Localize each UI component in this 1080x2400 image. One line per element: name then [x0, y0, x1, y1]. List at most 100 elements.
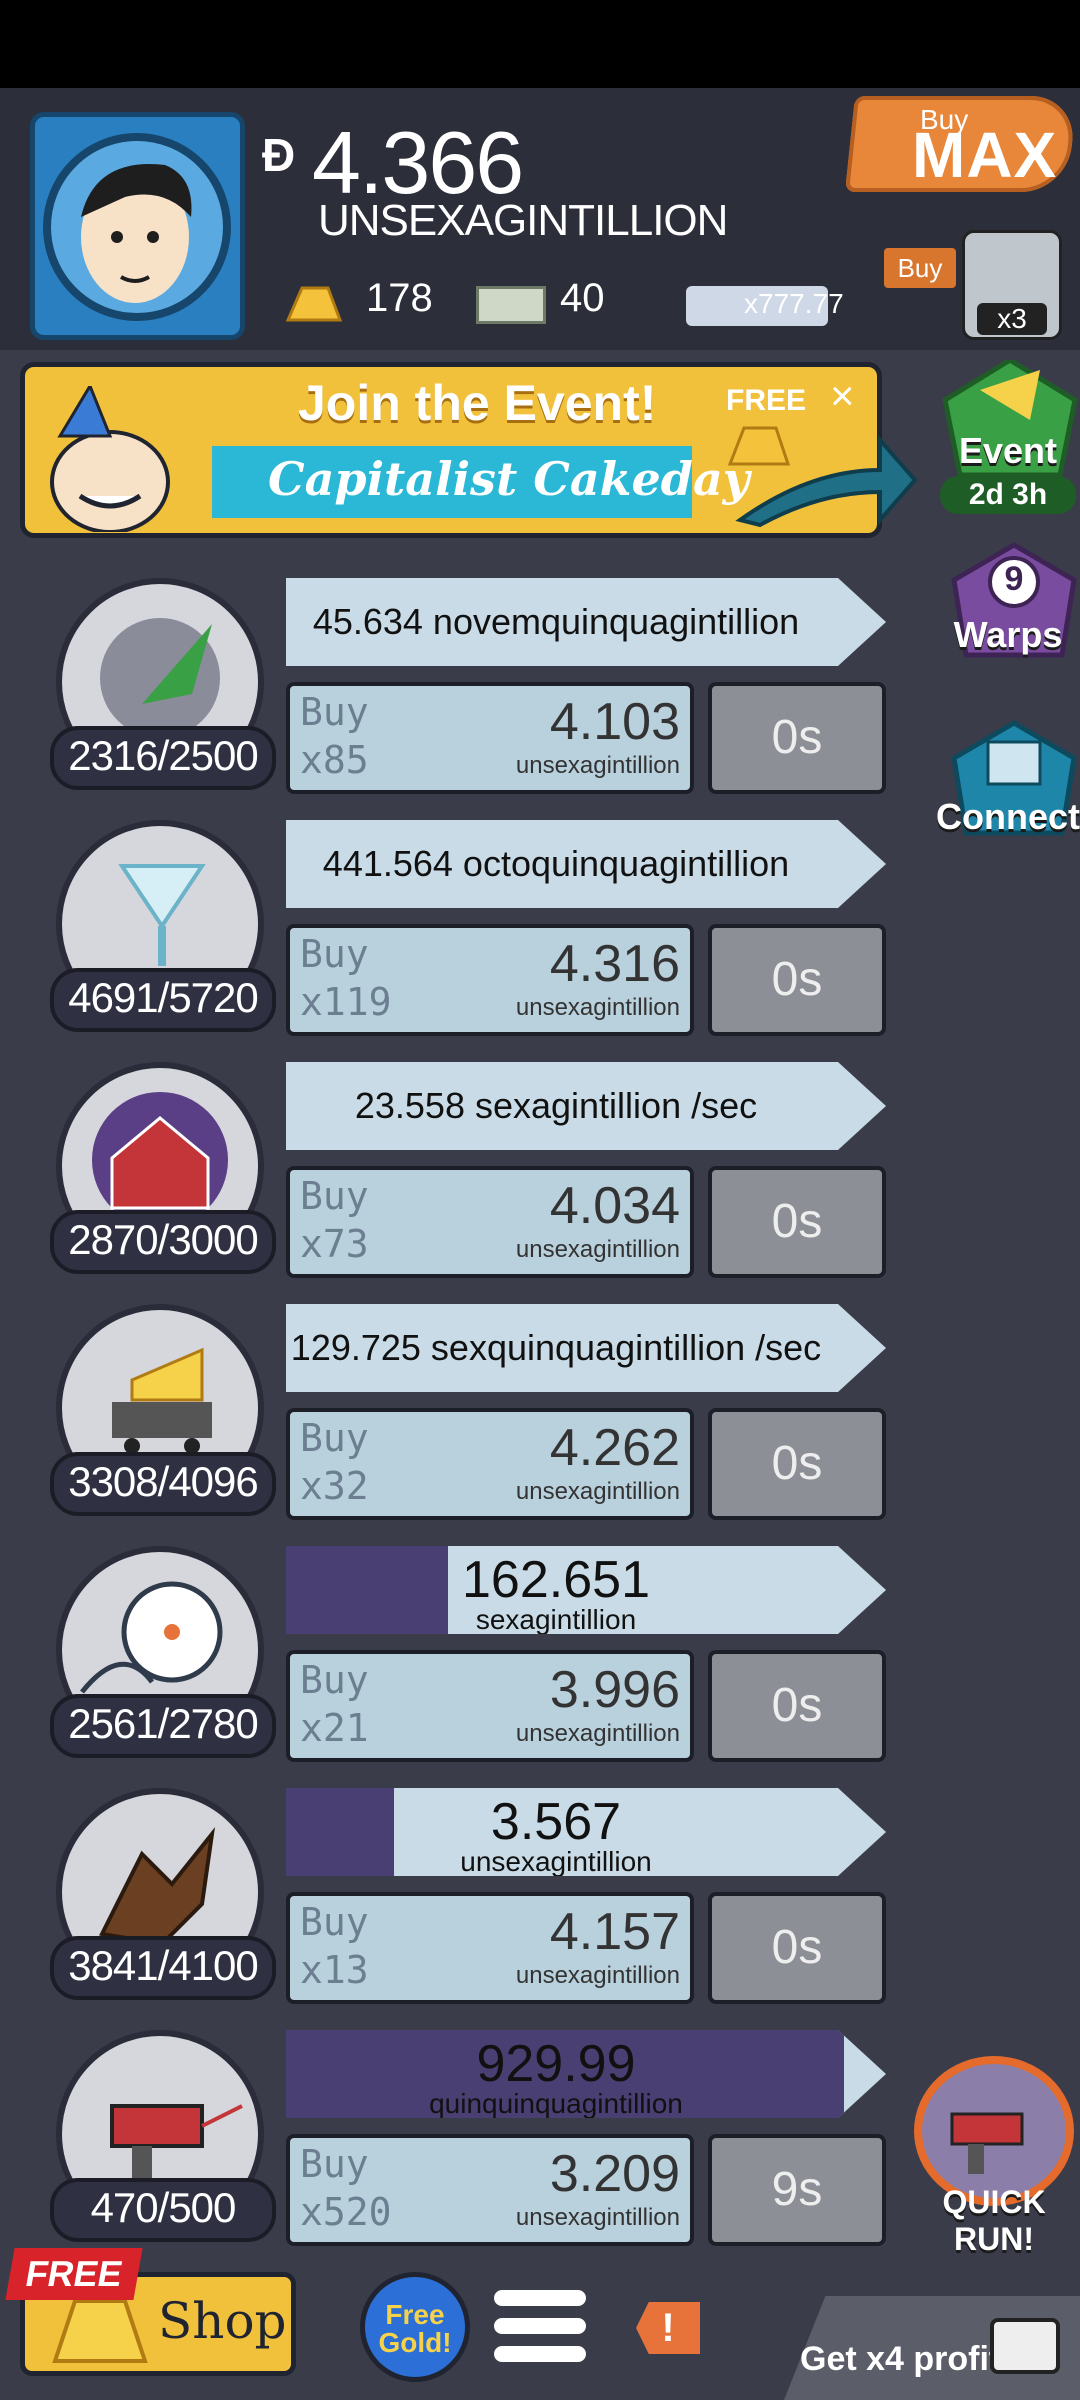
buy-button[interactable]: Buy x520 3.209 unsexagintillion — [286, 2134, 694, 2246]
owned-count: 2870/3000 — [50, 1210, 276, 1274]
production-bar[interactable]: 929.99 quinquinquagintillion — [286, 2030, 886, 2118]
arrow-icon — [730, 430, 920, 530]
quick-run-label: QUICK RUN! — [942, 2184, 1046, 2257]
production-bar[interactable]: 162.651 sexagintillion — [286, 1546, 886, 1634]
business-row: 3308/4096 129.725 sexquinquagintillion /… — [50, 1304, 930, 1544]
business-row: 2316/2500 45.634 novemquinquagintillion … — [50, 578, 930, 818]
buy-quantity: x32 — [300, 1464, 369, 1508]
warps-label: Warps — [953, 614, 1063, 655]
buy-label: Buy — [300, 2142, 369, 2186]
buy-cost: 4.157 — [549, 1903, 680, 1961]
buy-cost-unit: unsexagintillion — [515, 1478, 680, 1505]
timer: 0s — [708, 1892, 886, 2004]
buy-label: Buy — [300, 1900, 369, 1944]
money-unit: UNSEXAGINTILLION — [318, 196, 728, 245]
buy-cost: 3.209 — [549, 2145, 680, 2203]
megabucks-icon — [476, 286, 546, 324]
buy-quantity: x85 — [300, 738, 369, 782]
production-unit: unsexagintillion — [460, 1846, 652, 1877]
business-row: 2870/3000 23.558 sexagintillion /sec Buy… — [50, 1062, 930, 1302]
multiplier-text: x777.77 — [744, 288, 844, 319]
production-rate: 45.634 novemquinquagintillion /sec — [312, 601, 800, 642]
owned-count: 470/500 — [50, 2178, 276, 2242]
production-bar[interactable]: 129.725 sexquinquagintillion /sec — [286, 1304, 886, 1392]
production-bar[interactable]: 3.567 unsexagintillion — [286, 1788, 886, 1876]
owned-count: 3841/4100 — [50, 1936, 276, 2000]
buy-cost: 4.034 — [549, 1177, 680, 1235]
production-value: 3.567 — [490, 1793, 622, 1851]
status-bar — [0, 0, 1080, 88]
alert-button[interactable]: ! — [636, 2302, 700, 2354]
production-unit: sexagintillion — [475, 1604, 637, 1635]
avatar[interactable] — [30, 112, 245, 340]
timer: 0s — [708, 1408, 886, 1520]
banner-subtitle: Capitalist Cakeday — [268, 452, 750, 506]
banner-close-button[interactable]: × — [830, 372, 855, 420]
buy-button[interactable]: Buy x21 3.996 unsexagintillion — [286, 1650, 694, 1762]
buy-button[interactable]: Buy x119 4.316 unsexagintillion — [286, 924, 694, 1036]
buy-cost: 4.316 — [549, 935, 680, 993]
buy-quantity: x13 — [300, 1948, 369, 1992]
timer: 0s — [708, 924, 886, 1036]
buy-label: Buy — [300, 1416, 369, 1460]
buy-cost-unit: unsexagintillion — [515, 1962, 680, 1989]
buy-quantity: x73 — [300, 1222, 369, 1266]
timer: 9s — [708, 2134, 886, 2246]
mascot-icon — [30, 382, 200, 534]
business-row: 4691/5720 441.564 octoquinquagintillion … — [50, 820, 930, 1060]
buy-cost-unit: unsexagintillion — [515, 2204, 680, 2231]
buy-cost: 4.103 — [549, 693, 680, 751]
buy-button[interactable]: Buy x73 4.034 unsexagintillion — [286, 1166, 694, 1278]
banner-free-label: FREE — [726, 384, 807, 417]
production-bar[interactable]: 23.558 sexagintillion /sec — [286, 1062, 886, 1150]
buy-quantity: x119 — [300, 980, 392, 1024]
owned-count: 3308/4096 — [50, 1452, 276, 1516]
production-unit: quinquinquagintillion — [429, 2088, 683, 2119]
buy-button[interactable]: Buy x85 4.103 unsexagintillion — [286, 682, 694, 794]
buy-cost-unit: unsexagintillion — [515, 1720, 680, 1747]
business-row: 2561/2780 162.651 sexagintillion Buy x21… — [50, 1546, 930, 1786]
buy-quantity: x21 — [300, 1706, 369, 1750]
buy-cost: 3.996 — [549, 1661, 680, 1719]
x4-profit-label: Get x4 profit! — [800, 2340, 1012, 2378]
banner-title: Join the Event! — [298, 375, 657, 431]
event-label: Event — [958, 430, 1058, 471]
buy-cost-unit: unsexagintillion — [515, 1236, 680, 1263]
shop-label: Shop — [158, 2292, 287, 2350]
buy-cost-unit: unsexagintillion — [515, 994, 680, 1021]
owned-count: 2561/2780 — [50, 1694, 276, 1758]
gold-icon — [282, 280, 346, 326]
timer: 0s — [708, 1166, 886, 1278]
production-rate: 129.725 sexquinquagintillion /sec — [290, 1327, 822, 1368]
production-rate: 441.564 octoquinquagintillion /sec — [322, 843, 790, 884]
connect-label: Connect — [936, 796, 1080, 837]
business-row: 470/500 929.99 quinquinquagintillion Buy… — [50, 2030, 930, 2270]
buy-button[interactable]: Buy x13 4.157 unsexagintillion — [286, 1892, 694, 2004]
boost-item[interactable]: x3 — [962, 230, 1062, 340]
megabucks-count: 40 — [560, 276, 605, 320]
timer: 0s — [708, 682, 886, 794]
business-row: 3841/4100 3.567 unsexagintillion Buy x13… — [50, 1788, 930, 2028]
buy-label: Buy — [300, 932, 369, 976]
free-gold-button[interactable]: Free Gold! — [360, 2272, 470, 2382]
warps-count: 9 — [1004, 560, 1024, 598]
production-rate: 23.558 sexagintillion /sec — [354, 1085, 758, 1126]
event-timer: 2d 3h — [940, 476, 1076, 514]
menu-icon[interactable] — [494, 2290, 586, 2370]
buy-cost: 4.262 — [549, 1419, 680, 1477]
boost-count: x3 — [977, 303, 1047, 335]
buy-label: Buy — [300, 1658, 369, 1702]
currency-symbol: Đ — [262, 129, 296, 181]
gold-count: 178 — [366, 276, 433, 320]
free-tag: FREE — [5, 2248, 143, 2300]
tv-icon — [990, 2318, 1060, 2374]
buy-button[interactable]: Buy x32 4.262 unsexagintillion — [286, 1408, 694, 1520]
owned-count: 4691/5720 — [50, 968, 276, 1032]
production-bar[interactable]: 441.564 octoquinquagintillion /sec — [286, 820, 886, 908]
production-bar[interactable]: 45.634 novemquinquagintillion /sec — [286, 578, 886, 666]
buy-quantity: x520 — [300, 2190, 392, 2234]
buy-boost-button[interactable]: Buy — [884, 248, 956, 288]
buy-cost-unit: unsexagintillion — [515, 752, 680, 779]
buy-max-label: MAX — [912, 119, 1058, 191]
multiplier-badge: x777.77 — [686, 286, 844, 326]
